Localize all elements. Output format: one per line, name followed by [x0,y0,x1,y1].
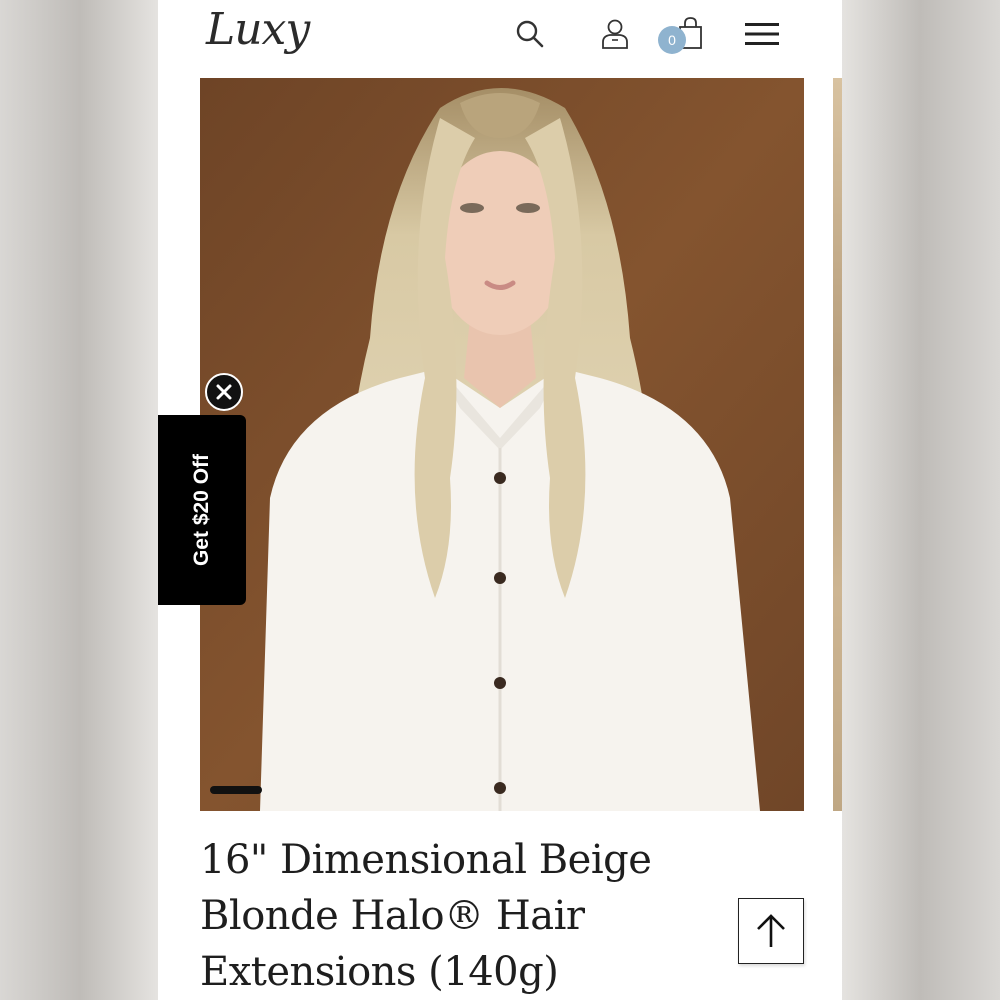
account-icon[interactable] [595,14,635,54]
arrow-up-icon [757,914,785,947]
product-page: Luxy 0 Get $20 Off 16" Dimensional Beige… [158,0,842,1000]
next-product-image-peek[interactable] [833,78,842,811]
gallery-pager-indicator[interactable] [210,786,262,794]
scroll-to-top-button[interactable] [738,898,804,964]
product-image-gallery[interactable] [200,78,804,811]
discount-promo-tab[interactable]: Get $20 Off [158,415,246,605]
shopping-bag-icon[interactable]: 0 [658,14,710,54]
hamburger-menu-icon[interactable] [742,14,782,54]
promo-label: Get $20 Off [190,453,214,567]
search-icon[interactable] [510,14,550,54]
cart-count-badge: 0 [658,26,686,54]
close-icon[interactable] [205,373,243,411]
site-header: Luxy 0 [158,0,842,78]
product-title: 16" Dimensional Beige Blonde Halo® Hair … [200,837,652,995]
product-hero-image [200,78,804,811]
site-logo[interactable]: Luxy [206,4,310,55]
